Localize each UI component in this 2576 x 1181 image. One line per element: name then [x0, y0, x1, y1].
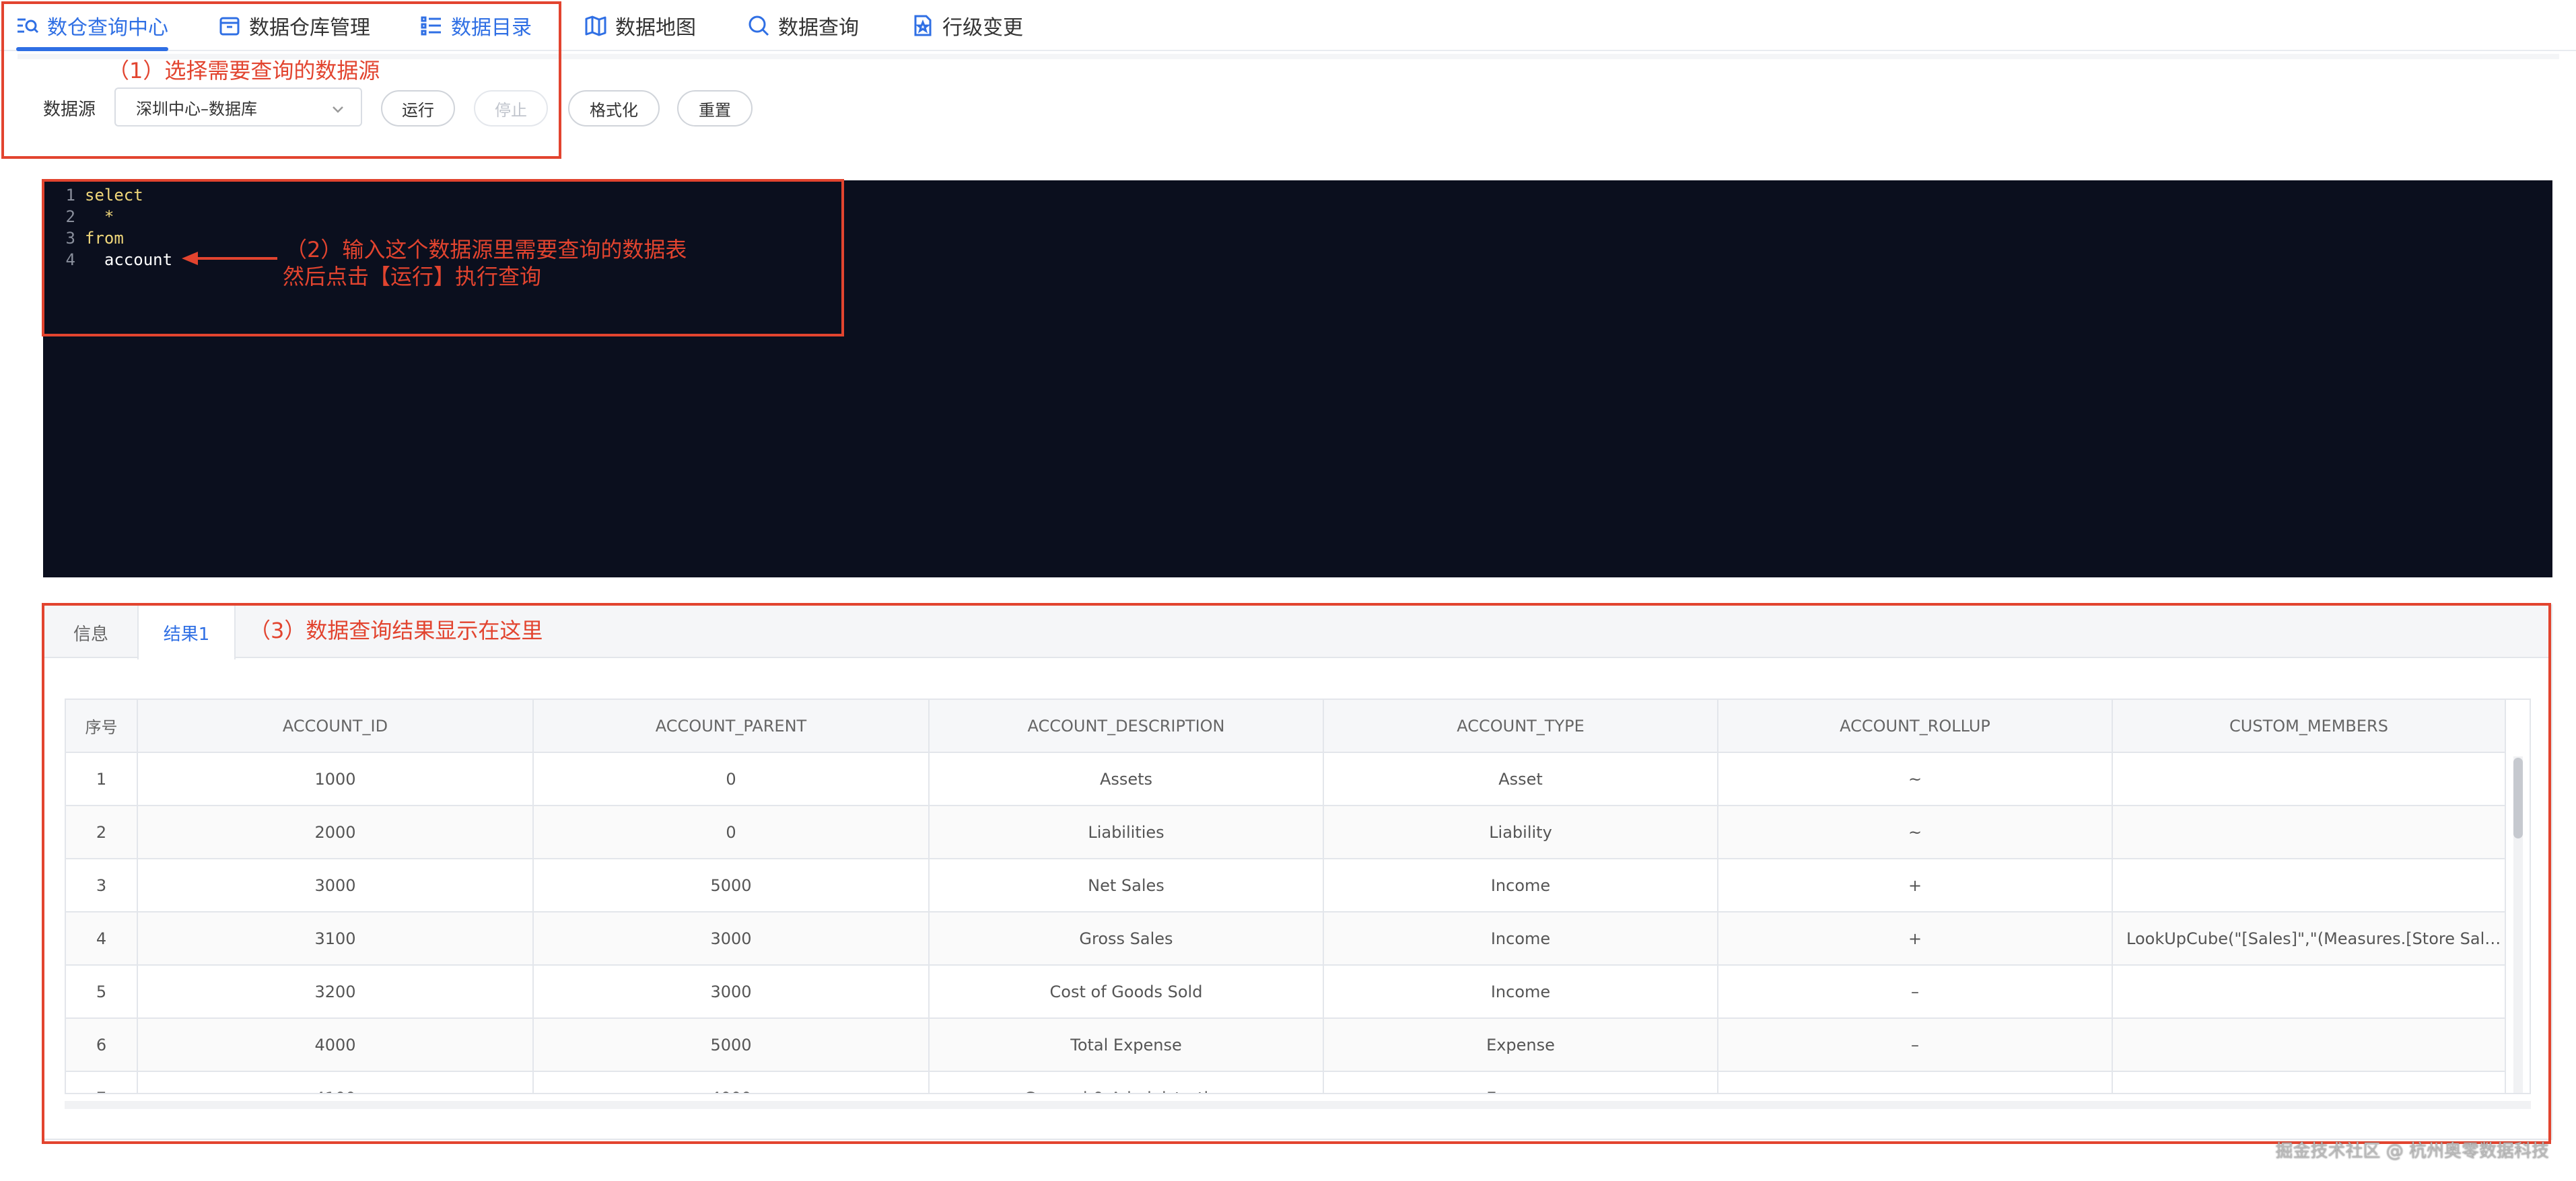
- annotation-step2-line1: （2）输入这个数据源里需要查询的数据表: [285, 237, 687, 262]
- annotation-step1: （1）选择需要查询的数据源: [108, 58, 380, 83]
- arrow-left-icon: [182, 252, 277, 265]
- nav-tab-row-change[interactable]: 行级变更: [911, 0, 1023, 51]
- nav-tab-data-query[interactable]: 数据查询: [747, 0, 859, 51]
- annotation-step3: （3）数据查询结果显示在这里: [249, 618, 543, 643]
- nav-tab-label: 行级变更: [942, 16, 1023, 40]
- reset-button[interactable]: 重置: [677, 90, 753, 127]
- watermark: 掘金技术社区 @ 杭州奥零数据科技: [2275, 1141, 2549, 1161]
- nav-tab-label: 数据地图: [615, 16, 696, 40]
- annotation-box-step3: [42, 603, 2551, 1144]
- annotation-step2-line2: 然后点击【运行】执行查询: [283, 264, 542, 289]
- search-icon: [747, 14, 770, 37]
- nav-tab-label: 数据查询: [778, 16, 859, 40]
- format-button[interactable]: 格式化: [568, 90, 660, 127]
- map-icon: [584, 14, 607, 37]
- nav-tab-data-map[interactable]: 数据地图: [584, 0, 696, 51]
- document-star-icon: [911, 14, 934, 37]
